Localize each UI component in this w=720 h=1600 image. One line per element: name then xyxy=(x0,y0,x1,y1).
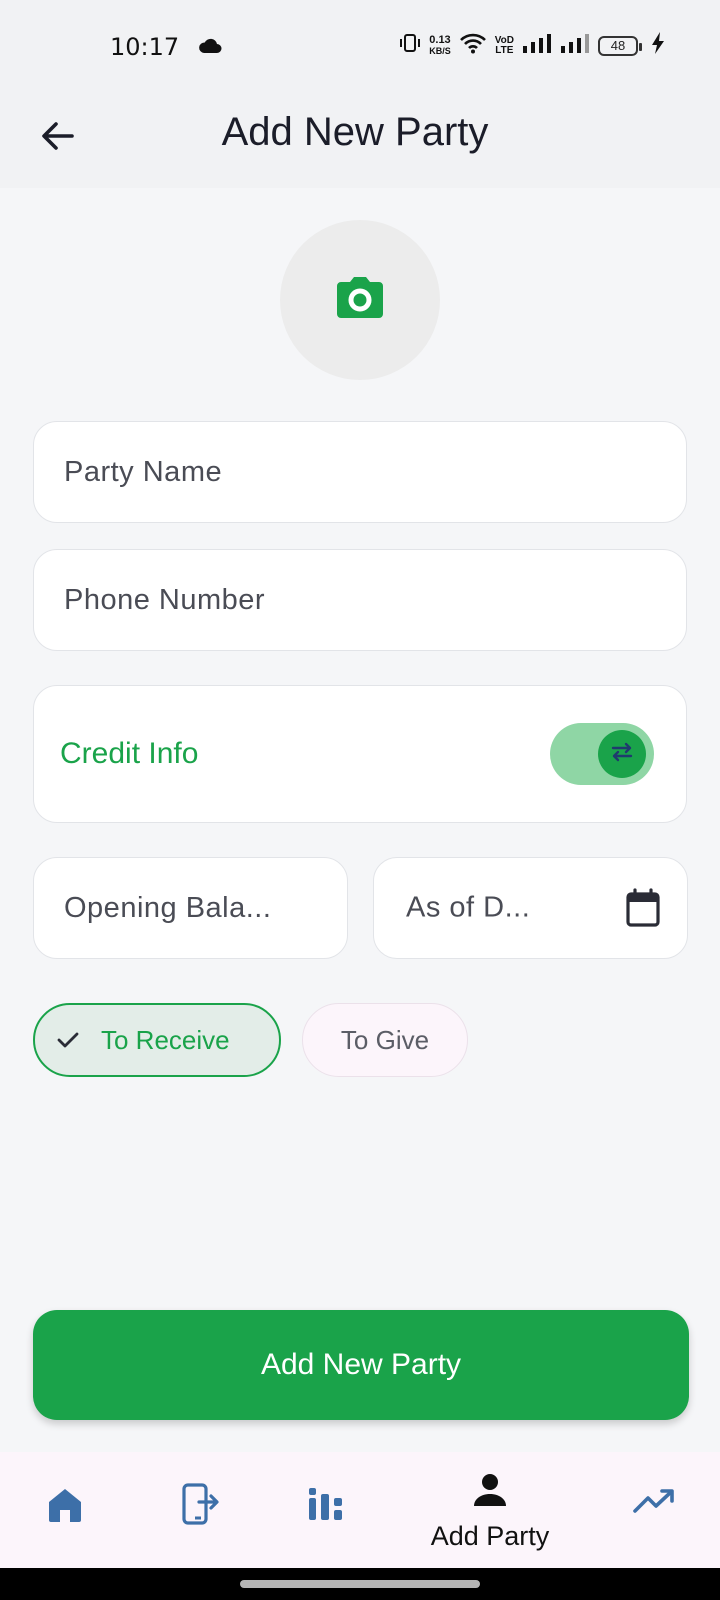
signal-icon-1 xyxy=(522,33,552,58)
credit-info-card: Credit Info xyxy=(33,685,687,823)
volte-bottom: LTE xyxy=(495,44,514,56)
swap-horiz-icon xyxy=(609,741,635,768)
nav-item-home[interactable] xyxy=(40,1452,90,1568)
vibrate-icon xyxy=(399,33,421,58)
volte-indicator: VoD LTE xyxy=(494,34,514,56)
status-time: 10:17 xyxy=(110,33,180,61)
nav-item-add-party[interactable]: Add Party xyxy=(410,1452,570,1568)
net-speed-value: 0.13 xyxy=(429,33,451,46)
credit-info-toggle[interactable] xyxy=(550,723,654,785)
status-icons: 0.13 KB/S VoD LTE 48 xyxy=(399,32,664,59)
opening-balance-input[interactable] xyxy=(34,858,347,958)
nav-item-trend[interactable] xyxy=(630,1452,680,1568)
net-speed-unit: KB/S xyxy=(429,45,451,56)
wifi-icon xyxy=(459,32,487,59)
trending-up-icon xyxy=(633,1488,677,1519)
screen: 10:17 0.13 KB/S VoD LTE 48 Add New Party… xyxy=(0,0,720,1600)
party-photo-picker[interactable] xyxy=(280,220,440,380)
party-name-field[interactable] xyxy=(33,421,687,523)
signal-icon-2 xyxy=(560,33,590,58)
nav-item-add-party-label: Add Party xyxy=(430,1521,550,1551)
volte-top: VoD xyxy=(494,34,514,46)
calendar-icon[interactable] xyxy=(625,888,661,933)
gesture-bar xyxy=(0,1568,720,1600)
page-title: Add New Party xyxy=(221,110,489,154)
person-icon xyxy=(472,1472,508,1513)
nav-item-exit[interactable] xyxy=(175,1452,225,1568)
to-give-label: To Give xyxy=(340,1024,430,1055)
to-receive-label: To Receive xyxy=(101,1024,230,1055)
battery-indicator: 48 xyxy=(598,35,642,56)
cloud-icon xyxy=(198,38,222,59)
toggle-knob xyxy=(598,730,646,778)
net-speed: 0.13 KB/S xyxy=(429,33,451,57)
exit-to-app-icon xyxy=(181,1482,219,1531)
stats-icon xyxy=(308,1486,346,1527)
home-icon xyxy=(46,1486,84,1527)
bottom-nav: Add Party xyxy=(0,1452,720,1568)
to-receive-chip[interactable]: To Receive xyxy=(33,1003,281,1077)
credit-info-label: Credit Info xyxy=(60,737,199,770)
as-of-date-field[interactable]: As of D... xyxy=(373,857,688,959)
gesture-handle[interactable] xyxy=(240,1580,480,1588)
to-give-chip[interactable]: To Give xyxy=(302,1003,468,1077)
charging-icon xyxy=(652,32,664,59)
phone-number-field[interactable] xyxy=(33,549,687,651)
party-name-input[interactable] xyxy=(34,422,686,522)
as-of-date-placeholder: As of D... xyxy=(406,891,531,924)
nav-item-stats[interactable] xyxy=(302,1452,352,1568)
status-bar: 10:17 0.13 KB/S VoD LTE 48 xyxy=(0,0,720,88)
camera-icon xyxy=(336,276,384,325)
app-bar: Add New Party xyxy=(0,88,720,188)
add-new-party-button[interactable]: Add New Party xyxy=(33,1310,689,1420)
phone-number-input[interactable] xyxy=(34,550,686,650)
opening-balance-field[interactable] xyxy=(33,857,348,959)
check-icon xyxy=(57,1031,79,1049)
